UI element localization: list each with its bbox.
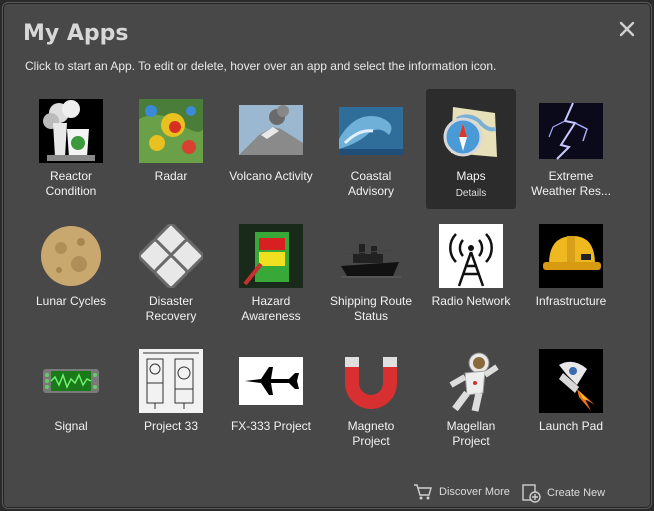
app-magneto-project[interactable]: Magneto Project xyxy=(326,339,416,459)
app-label: FX-333 Project xyxy=(230,419,312,433)
app-infrastructure[interactable]: Infrastructure xyxy=(526,214,616,334)
hazard-icon xyxy=(239,224,303,288)
app-label: Magellan Project xyxy=(446,419,496,448)
cart-icon xyxy=(414,484,432,500)
moon-icon xyxy=(41,226,101,286)
reactor-icon xyxy=(39,99,103,163)
blueprint-icon xyxy=(139,349,203,413)
app-volcano-activity[interactable]: Volcano Activity xyxy=(226,89,316,209)
app-label: Lunar Cycles xyxy=(35,294,107,308)
app-hazard-awareness[interactable]: Hazard Awareness xyxy=(226,214,316,334)
app-label: Hazard Awareness xyxy=(241,294,301,323)
signal-icon xyxy=(43,369,99,393)
app-label: Volcano Activity xyxy=(229,169,313,183)
radio-tower-icon xyxy=(439,224,503,288)
app-signal[interactable]: Signal xyxy=(26,339,116,459)
app-maps[interactable]: Maps Details xyxy=(426,89,516,209)
disaster-icon xyxy=(139,224,203,288)
details-link[interactable]: Details xyxy=(426,188,516,199)
app-launch-pad[interactable]: Launch Pad xyxy=(526,339,616,459)
app-reactor-condition[interactable]: Reactor Condition xyxy=(26,89,116,209)
app-label: Extreme Weather Res... xyxy=(531,169,611,198)
app-label: Infrastructure xyxy=(535,294,607,308)
discover-more-button[interactable]: Discover More xyxy=(413,483,510,501)
add-document-icon xyxy=(522,484,541,503)
app-label: Reactor Condition xyxy=(45,169,97,198)
app-disaster-recovery[interactable]: Disaster Recovery xyxy=(126,214,216,334)
app-label: Shipping Route Status xyxy=(329,294,413,323)
app-grid: Reactor Condition Radar Volcano Activity xyxy=(21,89,621,464)
lightning-icon xyxy=(539,102,603,160)
app-label: Project 33 xyxy=(143,419,199,433)
wave-icon xyxy=(339,107,403,155)
jet-icon xyxy=(239,357,303,405)
app-label: Maps xyxy=(456,169,486,183)
radar-icon xyxy=(139,99,203,163)
discover-more-label: Discover More xyxy=(439,486,510,498)
astronaut-icon xyxy=(449,352,499,412)
app-shipping-route-status[interactable]: Shipping Route Status xyxy=(326,214,416,334)
app-label: Radio Network xyxy=(431,294,511,308)
maps-icon xyxy=(443,107,497,157)
app-radio-network[interactable]: Radio Network xyxy=(426,214,516,334)
my-apps-dialog: My Apps Click to start an App. To edit o… xyxy=(2,2,652,509)
app-project-33[interactable]: Project 33 xyxy=(126,339,216,459)
app-label: Magneto Project xyxy=(347,419,395,448)
app-radar[interactable]: Radar xyxy=(126,89,216,209)
dialog-subtitle: Click to start an App. To edit or delete… xyxy=(25,59,497,73)
app-label: Coastal Advisory xyxy=(347,169,394,198)
volcano-icon xyxy=(239,105,303,155)
ship-icon xyxy=(341,244,401,278)
app-extreme-weather[interactable]: Extreme Weather Res... xyxy=(526,89,616,209)
rocket-icon xyxy=(539,349,603,413)
close-icon[interactable] xyxy=(617,19,637,39)
create-new-button[interactable]: Create New xyxy=(521,483,605,503)
create-new-label: Create New xyxy=(547,487,606,499)
app-fx-333-project[interactable]: FX-333 Project xyxy=(226,339,316,459)
hardhat-icon xyxy=(539,224,603,288)
app-label: Radar xyxy=(154,169,188,183)
app-coastal-advisory[interactable]: Coastal Advisory xyxy=(326,89,416,209)
app-magellan-project[interactable]: Magellan Project xyxy=(426,339,516,459)
dialog-title: My Apps xyxy=(23,21,129,46)
app-label: Launch Pad xyxy=(538,419,604,433)
magnet-icon xyxy=(345,357,397,409)
app-label: Disaster Recovery xyxy=(145,294,197,323)
app-lunar-cycles[interactable]: Lunar Cycles xyxy=(26,214,116,334)
app-label: Signal xyxy=(54,419,88,433)
